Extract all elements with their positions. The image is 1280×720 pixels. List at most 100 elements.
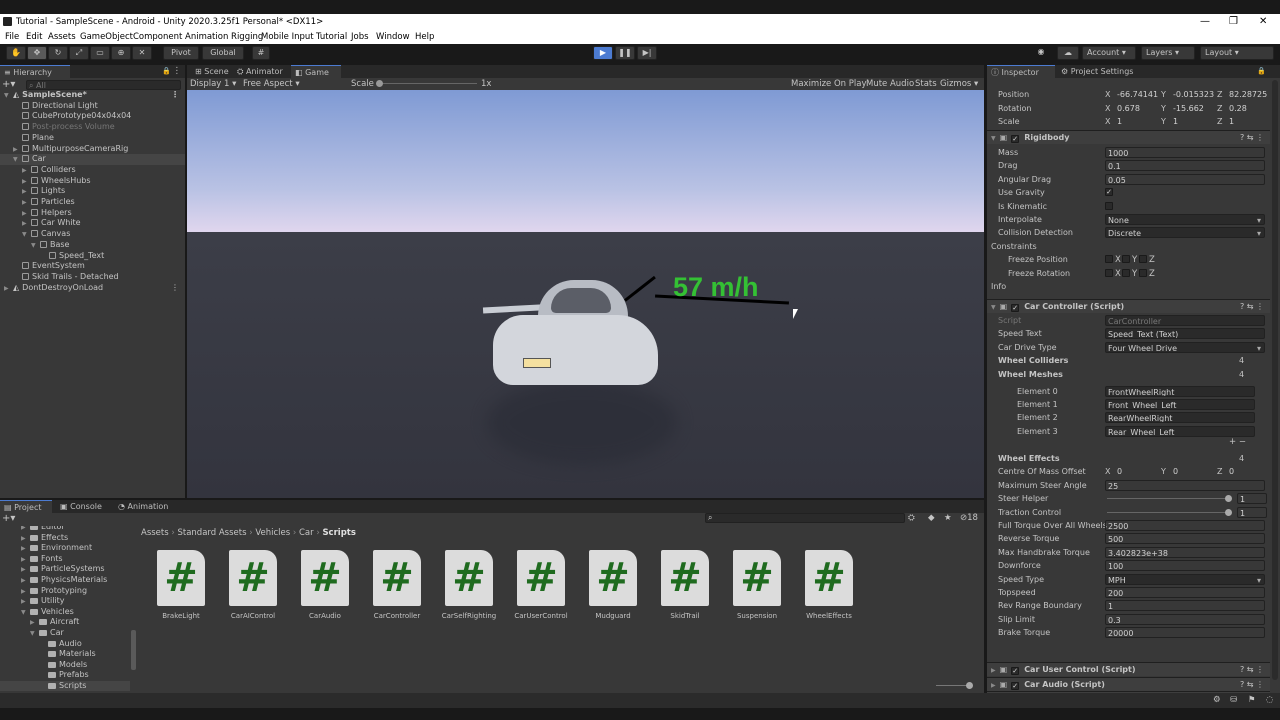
hierarchy-item[interactable]: ▶ Colliders (0, 165, 185, 176)
use-gravity-checkbox[interactable]: ✓ (1105, 188, 1113, 197)
expand-arrow-icon[interactable]: ▶ (4, 284, 13, 295)
freeze-rotation-x-checkbox[interactable] (1105, 268, 1113, 277)
hierarchy-item[interactable]: ▼ Canvas (0, 229, 185, 240)
freeze-position-x-checkbox[interactable] (1105, 255, 1113, 264)
aspect-dropdown[interactable]: Free Aspect ▾ (243, 79, 300, 89)
move-tool-icon[interactable]: ✥ (27, 46, 47, 60)
property-value-field[interactable]: 1 (1237, 506, 1267, 518)
lock-icon[interactable]: 🔒 (162, 67, 171, 75)
property-value-field[interactable]: 25 (1105, 479, 1265, 491)
project-folder-item[interactable]: Materials (0, 649, 130, 660)
centre-of-mass-x-field[interactable]: 0 (1115, 466, 1159, 477)
script-asset[interactable]: # Suspension (727, 550, 787, 620)
tab-game[interactable]: ◧ Game (291, 65, 341, 78)
component-menu-icons[interactable]: ? ⇆ ⋮ (1240, 300, 1264, 314)
item-menu-icon[interactable]: ⋮ (171, 90, 179, 101)
freeze-rotation-y-checkbox[interactable] (1122, 268, 1130, 277)
project-folder-item[interactable]: ▶ ParticleSystems (0, 564, 130, 575)
tab-animation[interactable]: ◔ Animation (114, 500, 176, 513)
game-viewport[interactable]: 57 m/h (187, 90, 984, 498)
property-value-field[interactable]: 1 (1237, 493, 1267, 505)
menu-gameobject[interactable]: GameObject (80, 32, 133, 42)
wheel-mesh-field[interactable]: Rear_Wheel_Left (1105, 425, 1255, 437)
foldout-arrow-icon[interactable]: ▼ (991, 304, 996, 311)
hierarchy-item[interactable]: ▶ Lights (0, 186, 185, 197)
freeze-rotation-z-checkbox[interactable] (1139, 268, 1147, 277)
mute-audio-toggle[interactable]: Mute Audio (866, 79, 914, 89)
component-menu-icons[interactable]: ? ⇆ ⋮ (1240, 678, 1264, 692)
account-dropdown[interactable]: Account ▾ (1082, 46, 1136, 60)
centre-of-mass-y-field[interactable]: 0 (1171, 466, 1215, 477)
global-toggle[interactable]: Global (202, 46, 244, 60)
item-menu-icon[interactable]: ⋮ (171, 283, 179, 294)
transform-scale-y-field[interactable]: 1 (1171, 116, 1215, 127)
hierarchy-search-input[interactable]: ⌕ All (26, 80, 181, 90)
tab-project[interactable]: ▤ Project (0, 500, 52, 513)
transform-rotation-y-field[interactable]: -15.662 (1171, 103, 1215, 114)
enabled-checkbox[interactable]: ✓ (1011, 681, 1020, 690)
project-folder-item[interactable]: Scripts (0, 681, 130, 691)
menu-jobs[interactable]: Jobs (351, 32, 369, 42)
add-icon[interactable]: +▾ (2, 79, 15, 90)
property-value-field[interactable]: 500 (1105, 533, 1265, 545)
wheel-mesh-field[interactable]: FrontWheelRight (1105, 385, 1255, 397)
hierarchy-item[interactable]: Directional Light (0, 101, 185, 112)
property-value-field[interactable]: 200 (1105, 587, 1265, 598)
hierarchy-item[interactable]: ▶ MultipurposeCameraRig (0, 144, 185, 155)
property-value-field[interactable]: 3.402823e+38 (1105, 546, 1265, 558)
favorites-icon[interactable]: ★ (944, 513, 952, 523)
menu-help[interactable]: Help (415, 32, 434, 42)
pause-button[interactable]: ❚❚ (615, 46, 635, 60)
menu-window[interactable]: Window (376, 32, 410, 42)
transform-position-z-field[interactable]: 82.28725 (1227, 89, 1270, 100)
step-button[interactable]: ▶| (637, 46, 657, 60)
script-asset[interactable]: # SkidTrail (655, 550, 715, 620)
rotate-tool-icon[interactable]: ↻ (48, 46, 68, 60)
rigidbody-drag-field[interactable]: 0.1 (1105, 160, 1265, 172)
speed-type-dropdown[interactable]: MPH (1105, 573, 1265, 585)
collapsed-component-header[interactable]: ▶ ▣ ✓ Car Audio (Script) ? ⇆ ⋮ (987, 676, 1270, 692)
panel-menu-icon[interactable]: ⋮ (173, 66, 182, 76)
hand-tool-icon[interactable]: ✋ (6, 46, 26, 60)
hierarchy-item[interactable]: ▶ Helpers (0, 208, 185, 219)
custom-tool-icon[interactable]: ✕ (132, 46, 152, 60)
foldout-arrow-icon[interactable]: ▶ (991, 682, 996, 689)
project-folder-item[interactable]: ▼ Car (0, 628, 130, 639)
script-field[interactable]: CarController (1105, 315, 1265, 326)
enabled-checkbox[interactable]: ✓ (1011, 304, 1020, 312)
property-value-field[interactable]: 20000 (1105, 627, 1265, 639)
hierarchy-item[interactable]: EventSystem (0, 261, 185, 272)
rect-tool-icon[interactable]: ▭ (90, 46, 110, 60)
property-slider-thumb[interactable] (1225, 495, 1232, 503)
property-value-field[interactable]: 0.3 (1105, 613, 1265, 625)
menu-tutorial[interactable]: Tutorial (316, 32, 347, 42)
transform-position-x-field[interactable]: -66.74141 (1115, 89, 1159, 100)
car-drive-type-dropdown[interactable]: Four Wheel Drive (1105, 341, 1265, 353)
rigidbody-header[interactable]: ▼ ▣ ✓ Rigidbody ? ⇆ ⋮ (987, 130, 1270, 144)
breadcrumb-item[interactable]: Vehicles (255, 528, 290, 538)
transform-scale-z-field[interactable]: 1 (1227, 116, 1270, 127)
interpolate-dropdown[interactable]: None (1105, 214, 1265, 225)
enabled-checkbox[interactable]: ✓ (1011, 135, 1020, 143)
wheel-mesh-field[interactable]: Front_Wheel_Left (1105, 399, 1255, 410)
transform-rotation-z-field[interactable]: 0.28 (1227, 103, 1270, 114)
speed-text-field[interactable]: Speed_Text (Text) (1105, 328, 1265, 340)
project-folder-item[interactable]: ▼ Vehicles (0, 607, 130, 618)
layout-dropdown[interactable]: Layout ▾ (1200, 46, 1274, 60)
tab-hierarchy[interactable]: ≡ Hierarchy (0, 65, 70, 78)
project-folder-item[interactable]: Models (0, 660, 130, 671)
script-asset[interactable]: # CarUserControl (511, 550, 571, 620)
collision-detection-dropdown[interactable]: Discrete (1105, 227, 1265, 239)
breadcrumb-item[interactable]: Assets (141, 528, 169, 538)
menu-component[interactable]: Component (133, 32, 182, 42)
property-slider-track[interactable] (1107, 511, 1227, 513)
hierarchy-item[interactable]: Skid Trails - Detached (0, 272, 185, 283)
minimize-button[interactable]: — (1200, 16, 1210, 27)
component-menu-icons[interactable]: ? ⇆ ⋮ (1240, 663, 1264, 677)
is-kinematic-checkbox[interactable] (1105, 201, 1113, 210)
inspector-lock-icon[interactable]: 🔒 (1257, 67, 1266, 75)
foldout-arrow-icon[interactable]: ▶ (991, 667, 996, 674)
project-add-icon[interactable]: +▾ (2, 513, 15, 524)
breadcrumb-item[interactable]: Standard Assets (177, 528, 246, 538)
foldout-arrow-icon[interactable]: ▼ (991, 135, 996, 142)
